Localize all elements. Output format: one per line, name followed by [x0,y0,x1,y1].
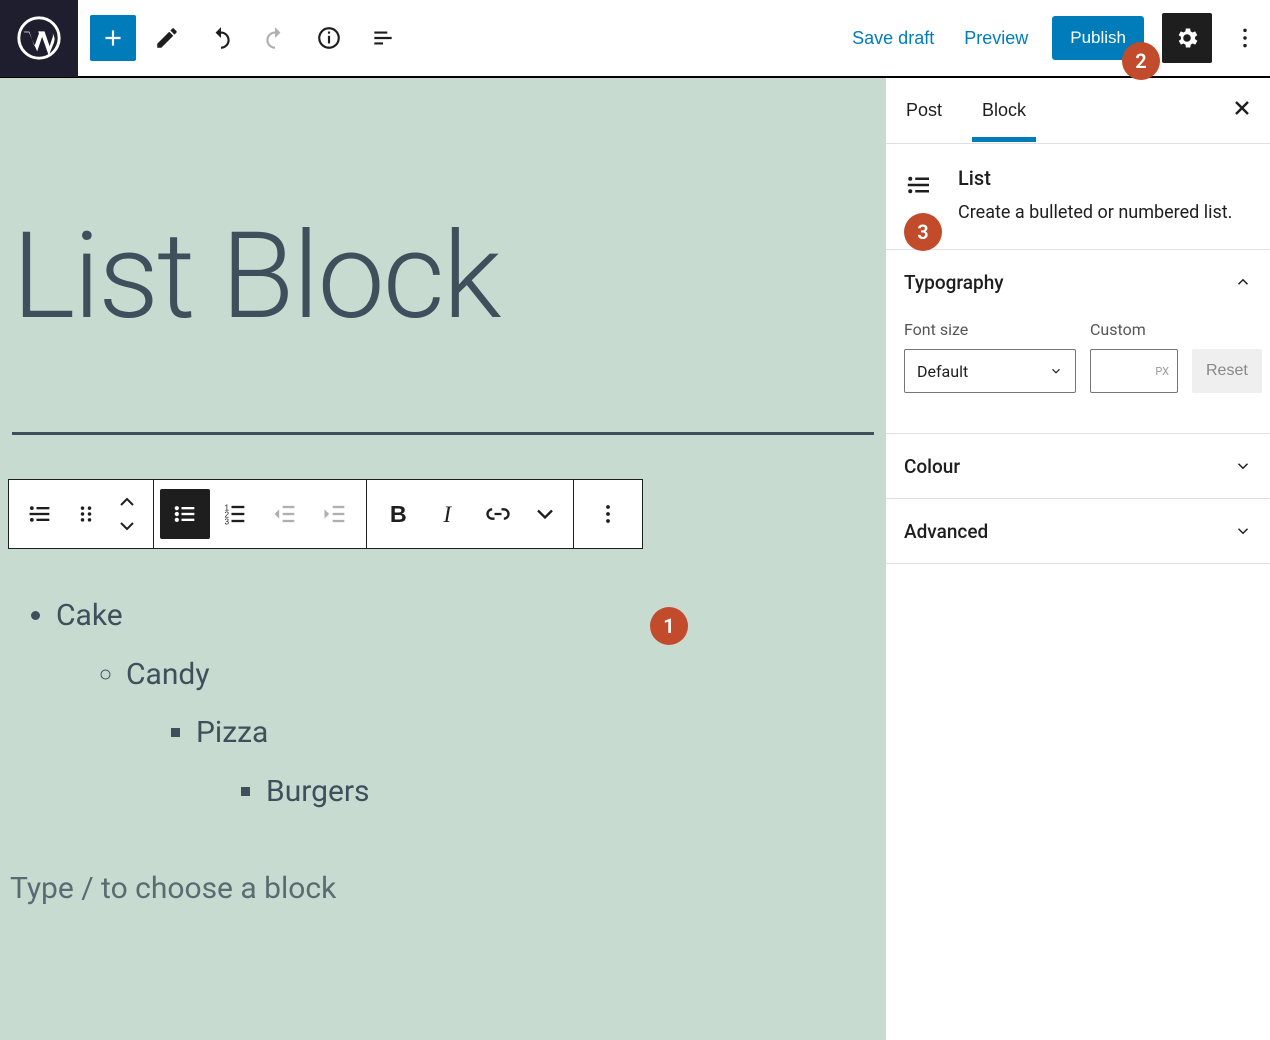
reset-button[interactable]: Reset [1192,349,1262,393]
chevron-down-icon [1234,522,1252,540]
header-right-tools: Save draft Preview Publish [846,13,1270,63]
chevron-down-icon [119,520,135,532]
pencil-icon [154,25,180,51]
chevron-up-icon [119,496,135,508]
bold-button[interactable]: B [373,489,423,539]
drag-handle[interactable] [65,489,107,539]
annotation-badge-1: 1 [650,607,688,645]
info-button[interactable] [306,15,352,61]
link-button[interactable] [473,489,523,539]
more-options-button[interactable] [1230,15,1260,61]
undo-icon [208,25,234,51]
close-sidebar-button[interactable] [1232,98,1252,124]
edit-mode-button[interactable] [144,15,190,61]
outline-button[interactable] [360,15,406,61]
move-up-button [119,490,135,514]
list-block[interactable]: Cake Candy Pizza Burgers [8,549,878,861]
gear-icon [1174,25,1200,51]
block-toolbar: 123 B I [8,479,643,549]
list-item[interactable]: Burgers [266,763,874,822]
custom-size-input[interactable]: PX [1090,349,1178,393]
svg-text:I: I [442,502,452,528]
block-appender[interactable]: Type / to choose a block [8,861,878,966]
list-item[interactable]: Pizza Burgers [196,704,874,821]
wordpress-icon [17,16,61,60]
block-description: List Create a bulleted or numbered list. [886,144,1270,250]
panel-head-colour[interactable]: Colour [904,434,1252,498]
svg-text:3: 3 [225,518,230,527]
block-description-text: Create a bulleted or numbered list. [958,202,1232,223]
link-icon [484,500,512,528]
unordered-list-button[interactable] [160,489,210,539]
add-block-button[interactable] [90,15,136,61]
outline-icon [370,25,396,51]
settings-sidebar: Post Block List Create a bulleted or num… [886,78,1270,1040]
more-format-button[interactable] [523,489,567,539]
chevron-down-icon [1234,457,1252,475]
annotation-badge-3: 3 [904,213,942,251]
tab-post[interactable]: Post [904,80,944,141]
drag-icon [72,500,100,528]
redo-button[interactable] [252,15,298,61]
block-type-button[interactable] [15,489,65,539]
wordpress-logo[interactable] [0,0,78,77]
bullet-list-icon [171,500,199,528]
kebab-icon [1232,25,1258,51]
panel-colour: Colour [886,434,1270,499]
indent-button[interactable] [310,489,360,539]
font-size-label: Font size [904,320,1076,339]
save-draft-button[interactable]: Save draft [846,20,940,57]
header-left-tools [78,15,406,61]
redo-icon [262,25,288,51]
panel-typography: Typography Font size Default Custom PX [886,250,1270,434]
chevron-down-icon [1049,364,1063,378]
list-item[interactable]: Candy Pizza Burgers [126,646,874,822]
post-title[interactable]: List Block [8,78,878,340]
numbered-list-icon: 123 [221,500,249,528]
panel-head-typography[interactable]: Typography [904,250,1252,314]
block-options-button[interactable] [580,489,636,539]
list-icon [904,166,938,204]
outdent-button[interactable] [260,489,310,539]
preview-button[interactable]: Preview [958,20,1034,57]
editor-canvas[interactable]: List Block 123 [0,78,886,1040]
move-down-button [119,514,135,538]
italic-button[interactable]: I [423,489,473,539]
list-icon [26,500,54,528]
plus-icon [100,25,126,51]
font-size-select[interactable]: Default [904,349,1076,393]
panel-advanced: Advanced [886,499,1270,564]
move-arrows[interactable] [107,490,147,538]
tab-block[interactable]: Block [980,80,1028,141]
sidebar-tabs: Post Block [886,78,1270,144]
info-icon [316,25,342,51]
ordered-list-button[interactable]: 123 [210,489,260,539]
chevron-up-icon [1234,273,1252,291]
undo-button[interactable] [198,15,244,61]
kebab-icon [594,500,622,528]
settings-button[interactable] [1162,13,1212,63]
block-title: List [958,166,1232,190]
list-item[interactable]: Cake Candy Pizza Burgers [56,587,874,821]
panel-head-advanced[interactable]: Advanced [904,499,1252,563]
svg-text:B: B [390,501,407,527]
custom-size-label: Custom [1090,320,1178,339]
outdent-icon [271,500,299,528]
annotation-badge-2: 2 [1122,42,1160,80]
bold-icon: B [384,500,412,528]
close-icon [1232,98,1252,118]
title-divider [12,432,874,435]
indent-icon [321,500,349,528]
chevron-down-icon [531,500,559,528]
editor-header: Save draft Preview Publish 2 [0,0,1270,78]
italic-icon: I [434,500,462,528]
